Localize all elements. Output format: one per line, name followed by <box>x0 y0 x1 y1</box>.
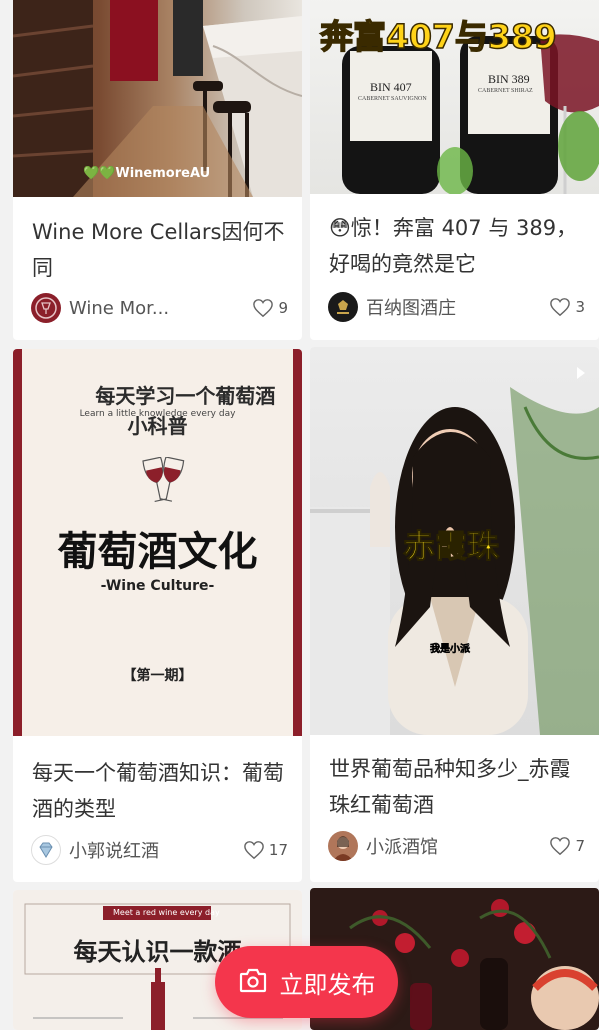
like-button[interactable]: 9 <box>252 298 288 318</box>
feed: 💚💚WinemoreAU Wine More Cellars因何不同 Wine … <box>0 0 599 1030</box>
avatar[interactable] <box>31 835 61 865</box>
note-meta: 小郭说红酒 17 <box>31 835 288 865</box>
cover-image: 💚💚WinemoreAU <box>13 0 302 197</box>
cover-headline: 奔富407与389 <box>319 16 557 57</box>
note-card[interactable]: 奔富407与389 BIN 407 CABERNET SAUVIGNON BIN… <box>310 0 599 340</box>
note-card[interactable]: 💚💚WinemoreAU Wine More Cellars因何不同 Wine … <box>13 0 302 340</box>
author-name[interactable]: 百纳图酒庄 <box>366 294 549 320</box>
heart-icon <box>244 841 264 860</box>
poster-subheading: Learn a little knowledge every day <box>79 409 236 419</box>
avatar[interactable] <box>31 293 61 323</box>
author-name[interactable]: 小郭说红酒 <box>69 837 243 863</box>
bottle-label: BIN 407 <box>370 80 412 94</box>
video-subtitle: 我是小派 <box>430 644 471 656</box>
note-card[interactable]: 赤霞珠 我是小派 世界葡萄品种知多少_赤霞珠红葡萄酒 小派酒馆 7 <box>310 347 599 882</box>
publish-button[interactable]: 立即发布 <box>215 946 398 1018</box>
author-name[interactable]: Wine Mor... <box>69 298 252 319</box>
bottle-label-sub: CABERNET SHIRAZ <box>478 88 533 94</box>
avatar[interactable] <box>328 831 358 861</box>
heart-icon <box>253 299 274 318</box>
logo-icon <box>337 300 349 314</box>
person-icon <box>333 836 353 861</box>
cover-image: 赤霞珠 我是小派 <box>310 347 599 735</box>
poster-title-en: -Wine Culture- <box>100 578 215 594</box>
poster-title: 葡萄酒文化 <box>57 529 258 575</box>
like-button[interactable]: 7 <box>549 836 585 856</box>
heart-icon <box>550 837 571 856</box>
cover-image: 每天学习一个葡萄酒 小科普 Learn a little knowledge e… <box>13 349 302 736</box>
like-button[interactable]: 3 <box>549 297 585 317</box>
note-title: Wine More Cellars因何不同 <box>32 220 285 280</box>
note-meta: 百纳图酒庄 3 <box>328 292 585 322</box>
cover-image: 奔富407与389 BIN 407 CABERNET SAUVIGNON BIN… <box>310 0 599 194</box>
like-button[interactable]: 17 <box>243 840 288 860</box>
heart-icon <box>550 298 571 317</box>
author-name[interactable]: 小派酒馆 <box>366 833 549 859</box>
cover-watermark: 💚💚WinemoreAU <box>83 166 211 181</box>
like-count: 17 <box>268 841 288 859</box>
diamond-icon <box>39 842 53 858</box>
avatar[interactable] <box>328 292 358 322</box>
cover-caption: 赤霞珠 <box>402 527 500 566</box>
note-title: 每天一个葡萄酒知识：葡萄酒的类型 <box>32 761 284 821</box>
camera-icon <box>238 966 268 998</box>
publish-label: 立即发布 <box>279 970 376 999</box>
wine-glasses-icon <box>142 457 185 503</box>
note-meta: 小派酒馆 7 <box>328 831 585 861</box>
like-count: 7 <box>575 837 585 855</box>
note-title: 世界葡萄品种知多少_赤霞珠红葡萄酒 <box>329 757 571 817</box>
like-count: 3 <box>575 298 585 316</box>
bottle-label: BIN 389 <box>488 72 530 86</box>
wine-glass-icon <box>35 297 57 319</box>
note-title: 😳惊！奔富 407 与 389，好喝的竟然是它 <box>329 216 578 276</box>
note-card[interactable]: 每天学习一个葡萄酒 小科普 Learn a little knowledge e… <box>13 349 302 882</box>
bottle-label-sub: CABERNET SAUVIGNON <box>358 96 427 102</box>
poster-issue: 【第一期】 <box>122 668 193 684</box>
like-count: 9 <box>278 299 288 317</box>
note-meta: Wine Mor... 9 <box>31 293 288 323</box>
banner-tagline: Meet a red wine every day <box>113 908 220 917</box>
